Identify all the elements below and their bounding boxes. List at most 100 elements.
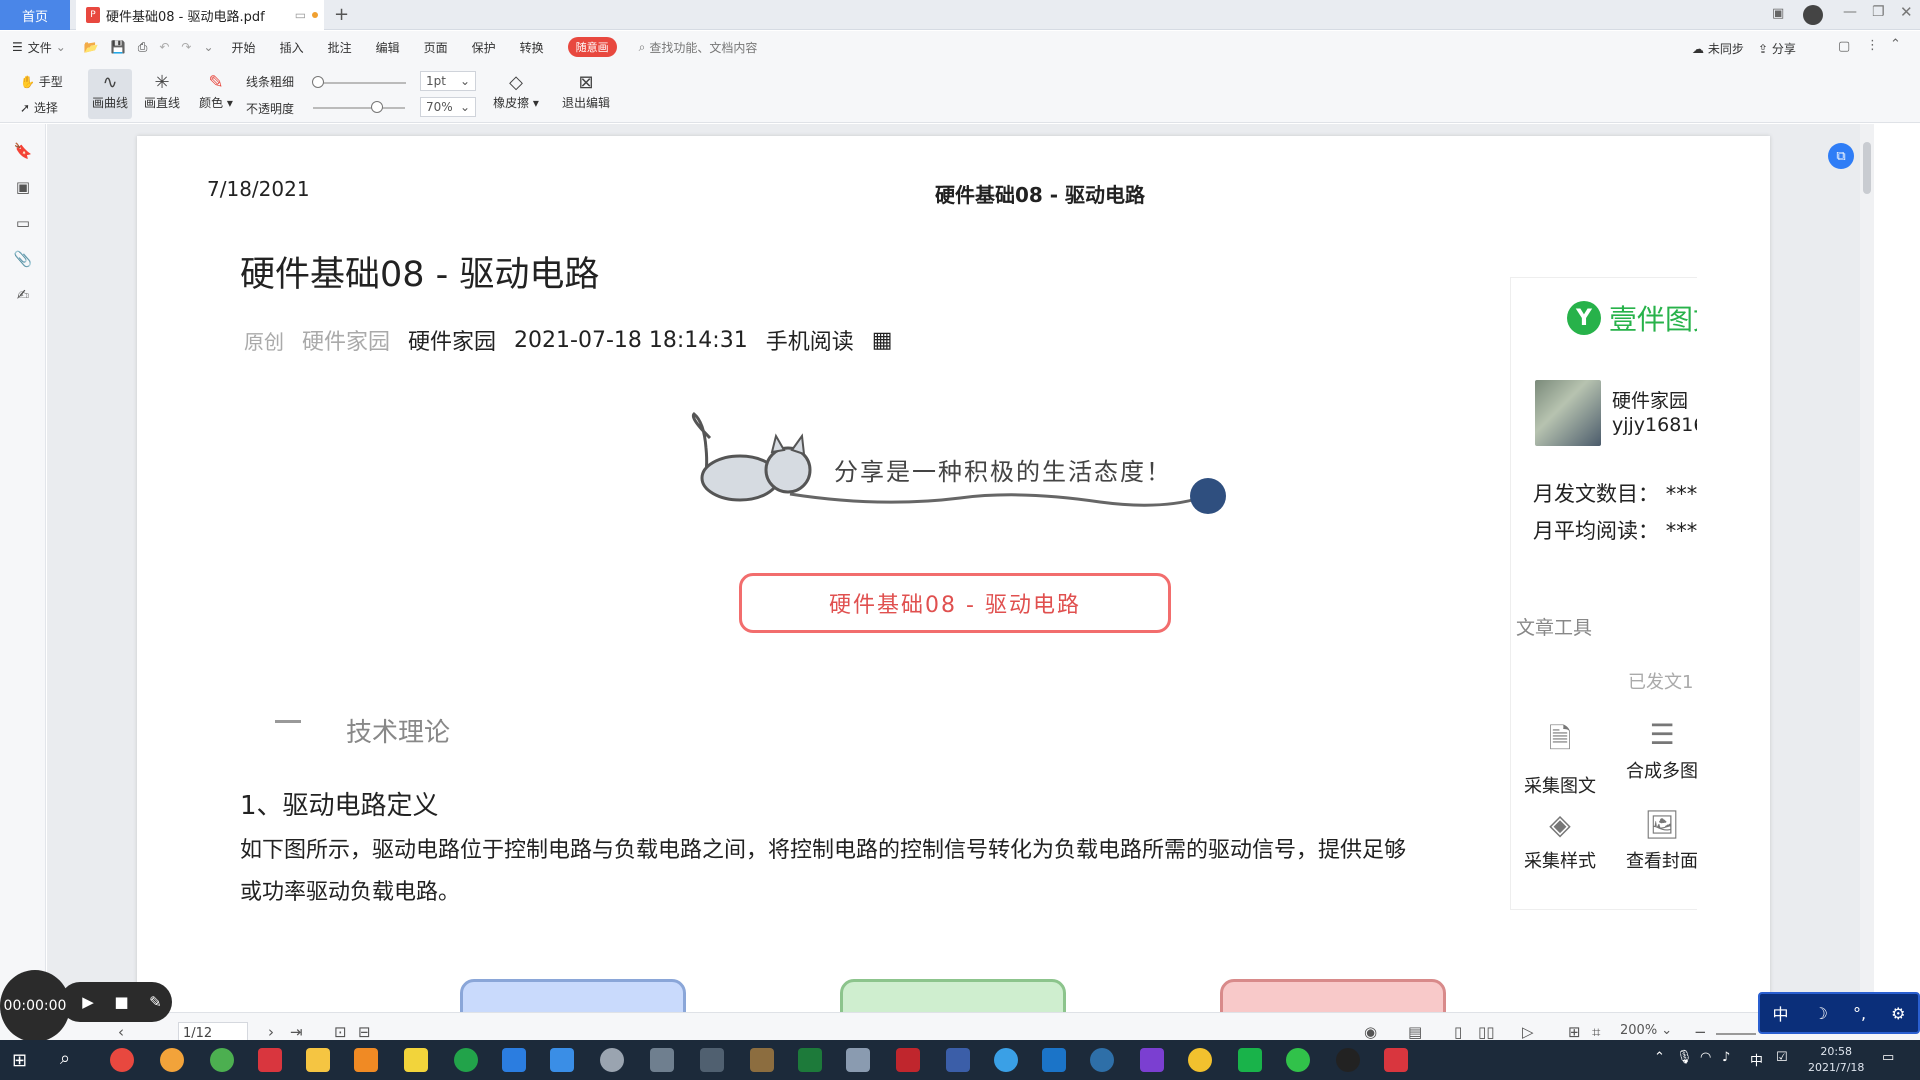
moon-icon[interactable]: ☽ (1814, 1004, 1828, 1023)
stop-icon[interactable]: ■ (114, 993, 128, 1011)
scrollbar-thumb[interactable] (1863, 142, 1871, 194)
open-icon[interactable]: 📂 (78, 31, 105, 63)
play-icon[interactable]: ▶ (82, 993, 94, 1011)
excel-icon[interactable] (798, 1048, 822, 1072)
undo-icon[interactable]: ↶ (153, 31, 175, 63)
next-page-icon[interactable]: › (268, 1023, 274, 1041)
opacity-select[interactable]: 70% ⌄ (420, 97, 476, 117)
fit-page-icon[interactable]: ⊡ (334, 1023, 347, 1041)
network-app-icon[interactable] (994, 1048, 1018, 1072)
calculator-icon[interactable] (650, 1048, 674, 1072)
fit-width-icon[interactable]: ⊟ (358, 1023, 371, 1041)
exit-edit-button[interactable]: ⊠ 退出编辑 (558, 72, 614, 111)
menu-item-insert[interactable]: 插入 (268, 31, 316, 63)
zoom-slider[interactable] (1716, 1033, 1756, 1035)
search-app-icon[interactable] (354, 1048, 378, 1072)
line-width-knob[interactable] (312, 76, 324, 88)
signature-icon[interactable]: ✍ (13, 286, 33, 306)
redo-icon[interactable]: ↷ (175, 31, 197, 63)
menu-item-annotate[interactable]: 批注 (316, 31, 364, 63)
comment-icon[interactable]: ▭ (13, 214, 33, 234)
tool-icon[interactable] (550, 1048, 574, 1072)
wps-icon[interactable] (1384, 1048, 1408, 1072)
play-icon[interactable]: ▷ (1522, 1023, 1534, 1041)
opacity-slider[interactable] (313, 107, 405, 109)
taskbar-clock[interactable]: 20:58 2021/7/18 (1808, 1044, 1864, 1076)
tray-expand-icon[interactable]: ⌃ (1654, 1050, 1665, 1065)
comment-icon[interactable]: ▢ (1838, 39, 1850, 54)
gear-app-icon[interactable] (1090, 1048, 1114, 1072)
pads-icon[interactable] (750, 1048, 774, 1072)
chrome-alt-icon[interactable] (454, 1048, 478, 1072)
meeting-icon[interactable] (502, 1048, 526, 1072)
save-icon[interactable]: 💾 (105, 31, 132, 63)
search-icon[interactable]: ⌕ (60, 1048, 70, 1069)
crop-icon[interactable]: ⌗ (1592, 1023, 1600, 1041)
windows-start-icon[interactable]: ⊞ (12, 1050, 27, 1071)
layout-icon[interactable]: ▣ (1772, 6, 1784, 21)
tray-ime[interactable]: 中 (1750, 1050, 1763, 1069)
color-button[interactable]: ✎ 颜色 ▾ (194, 72, 238, 111)
more-icon[interactable]: ⌄ (197, 31, 219, 63)
menu-item-freehand[interactable]: 随意画 (556, 31, 629, 63)
more-options-icon[interactable]: ⋮ (1866, 38, 1879, 53)
app-gray-icon[interactable] (600, 1048, 624, 1072)
qrcode-icon[interactable]: ▦ (872, 328, 893, 353)
translate-float-icon[interactable]: ⧉ (1828, 143, 1854, 169)
chart-app-icon[interactable] (946, 1048, 970, 1072)
page-view-icon[interactable]: ▯ (1454, 1023, 1462, 1041)
menu-item-start[interactable]: 开始 (220, 31, 268, 63)
mobile-read[interactable]: 手机阅读 (766, 324, 854, 356)
circuit-app-icon[interactable] (700, 1048, 724, 1072)
app-green-icon[interactable] (210, 1048, 234, 1072)
wifi-icon[interactable]: ◠ (1700, 1050, 1711, 1065)
security-icon[interactable]: ☑ (1776, 1050, 1788, 1065)
draw-curve-button[interactable]: ∿ 画曲线 (88, 69, 132, 119)
close-icon[interactable]: ✕ (1900, 3, 1913, 21)
thumbnail-icon[interactable]: ▣ (13, 178, 33, 198)
tab-home[interactable]: 首页 (0, 0, 70, 30)
wechat-icon[interactable] (1286, 1048, 1310, 1072)
collapse-icon[interactable]: ⌃ (1890, 37, 1901, 52)
minimize-icon[interactable]: — (1843, 4, 1857, 20)
menu-item-edit[interactable]: 编辑 (364, 31, 412, 63)
qq-icon[interactable] (1336, 1048, 1360, 1072)
share-button[interactable]: ⇪ 分享 (1758, 40, 1796, 57)
double-page-icon[interactable]: ▯▯ (1478, 1023, 1495, 1041)
opacity-knob[interactable] (371, 101, 383, 113)
zoom-out-icon[interactable]: − (1694, 1023, 1707, 1041)
settings-icon[interactable]: ⚙ (1891, 1004, 1905, 1023)
volume-icon[interactable]: ♪ (1722, 1050, 1730, 1065)
vertical-scrollbar[interactable] (1860, 124, 1874, 1012)
app-red-icon[interactable] (258, 1048, 282, 1072)
pdf-reader-icon[interactable] (896, 1048, 920, 1072)
browser-icon[interactable] (160, 1048, 184, 1072)
eraser-button[interactable]: ◇ 橡皮擦 ▾ (490, 72, 542, 111)
pen-icon[interactable]: ✎ (149, 993, 162, 1011)
new-tab-button[interactable]: + (334, 4, 349, 25)
user-avatar-icon[interactable] (1803, 5, 1823, 25)
menu-item-page[interactable]: 页面 (412, 31, 460, 63)
microphone-icon[interactable]: 🎙 (1676, 1050, 1693, 1065)
ime-mode[interactable]: 中 (1773, 1001, 1789, 1025)
menu-item-convert[interactable]: 转换 (508, 31, 556, 63)
single-page-icon[interactable]: ▤ (1408, 1023, 1422, 1041)
draw-line-button[interactable]: ✳ 画直线 (140, 72, 184, 111)
menu-item-protect[interactable]: 保护 (460, 31, 508, 63)
last-page-icon[interactable]: ⇥ (290, 1023, 303, 1041)
merge-images-tool[interactable]: ☰ 合成多图 (1619, 718, 1697, 783)
notes-icon[interactable] (404, 1048, 428, 1072)
select-tool[interactable]: ➚ 选择 (20, 99, 58, 116)
tab-document[interactable]: P 硬件基础08 - 驱动电路.pdf ▭ (76, 0, 324, 30)
bookmark-icon[interactable]: 🔖 (13, 142, 33, 162)
line-width-select[interactable]: 1pt ⌄ (420, 71, 476, 91)
zoom-control[interactable]: 200% ⌄ (1620, 1023, 1672, 1038)
visual-studio-icon[interactable] (1140, 1048, 1164, 1072)
file-menu[interactable]: ☰ 文件 ⌄ (0, 31, 78, 63)
line-width-slider[interactable] (318, 82, 406, 84)
function-search[interactable]: ⌕ 查找功能、文档内容 (639, 39, 758, 56)
mx-app-icon[interactable] (1042, 1048, 1066, 1072)
view-cover-tool[interactable]: 🖼 查看封面 (1619, 808, 1697, 873)
fit-icon[interactable]: ⊞ (1568, 1023, 1581, 1041)
restore-icon[interactable]: ❐ (1872, 4, 1885, 20)
